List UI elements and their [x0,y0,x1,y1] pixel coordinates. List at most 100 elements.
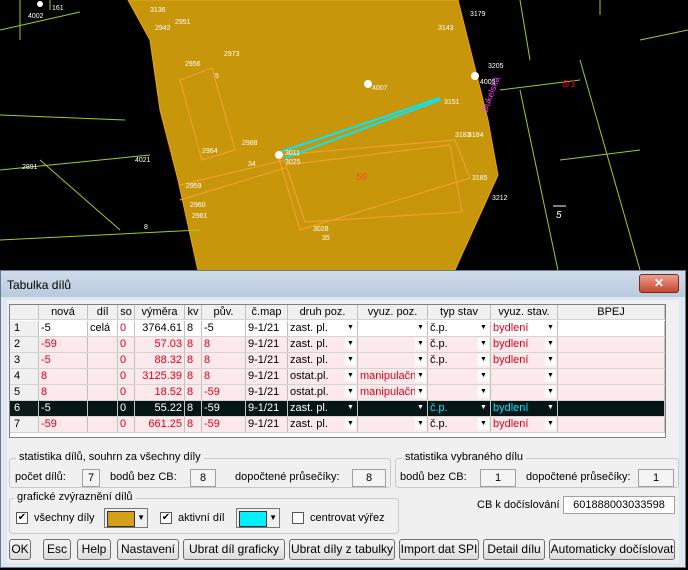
table-cell[interactable]: zast. pl. ▼ [288,417,358,432]
table-cell[interactable]: bydlení ▼ [491,401,558,416]
table-cell[interactable]: bydlení ▼ [491,417,558,432]
row-header[interactable]: 6 [10,401,39,416]
chevron-down-icon[interactable]: ▼ [345,402,356,414]
all-parts-checkbox[interactable]: ✔ [16,512,28,524]
column-header[interactable]: typ stav [428,305,491,319]
chevron-down-icon[interactable]: ▼ [478,418,489,430]
chevron-down-icon[interactable]: ▼ [545,338,556,350]
chevron-down-icon[interactable]: ▼ [345,354,356,366]
chevron-down-icon[interactable]: ▼ [415,354,426,366]
table-row[interactable]: 3 -5 0 88.32 8 8 9-1/21 zast. pl. ▼ ▼ č.p. ▼ bydlení… [10,353,665,369]
column-header[interactable] [10,305,39,319]
chevron-down-icon[interactable]: ▼ [545,370,556,382]
ok-button[interactable]: OK [9,539,31,560]
table-cell[interactable]: ostat.pl. ▼ [288,385,358,400]
chevron-down-icon[interactable]: ▼ [545,354,556,366]
chevron-down-icon[interactable]: ▼ [478,402,489,414]
chevron-down-icon[interactable]: ▼ [415,418,426,430]
close-button[interactable]: ✕ [639,274,679,293]
table-cell[interactable]: č.p. ▼ [428,401,491,416]
chevron-down-icon[interactable]: ▼ [345,322,356,334]
table-cell[interactable]: manipulačn ▼ [358,385,428,400]
chevron-down-icon[interactable]: ▼ [345,370,356,382]
table-cell[interactable]: ▼ [358,417,428,432]
table-row[interactable]: 6 -5 0 55.22 8 -59 9-1/21 zast. pl. ▼ ▼ č.p. ▼ bydle… [10,401,665,417]
chevron-down-icon[interactable]: ▼ [415,322,426,334]
column-header[interactable]: druh poz. [288,305,358,319]
esc-button[interactable]: Esc [43,539,71,560]
chevron-down-icon[interactable]: ▼ [415,386,426,398]
table-row[interactable]: 1 -5 celá 0 3764.61 8 -5 9-1/21 zast. pl. ▼ ▼ č.p. ▼… [10,321,665,337]
help-button[interactable]: Help [77,539,111,560]
part-detail-button[interactable]: Detail dílu [483,539,545,560]
chevron-down-icon[interactable]: ▼ [415,402,426,414]
chevron-down-icon[interactable]: ▼ [545,322,556,334]
column-header[interactable]: výměra [135,305,185,319]
table-cell[interactable]: zast. pl. ▼ [288,321,358,336]
row-header[interactable]: 2 [10,337,39,352]
table-cell[interactable]: ▼ [428,369,491,384]
chevron-down-icon[interactable]: ▼ [345,338,356,350]
row-header[interactable]: 3 [10,353,39,368]
table-cell[interactable]: ▼ [491,369,558,384]
column-header[interactable]: díl [88,305,118,319]
chevron-down-icon[interactable]: ▼ [478,386,489,398]
table-row[interactable]: 4 8 0 3125.39 8 8 9-1/21 ostat.pl. ▼ manipulačn ▼ ▼… [10,369,665,385]
table-row[interactable]: 7 -59 0 661.25 8 -59 9-1/21 zast. pl. ▼ ▼ č.p. ▼ byd… [10,417,665,433]
chevron-down-icon[interactable]: ▼ [478,322,489,334]
row-header[interactable]: 7 [10,417,39,432]
table-cell[interactable]: bydlení ▼ [491,353,558,368]
column-header[interactable]: č.map [246,305,288,319]
chevron-down-icon[interactable]: ▼ [545,386,556,398]
parts-table[interactable]: nová díl so výměra kv pův. č.map druh poz. vyuz.… [9,304,666,438]
center-view-checkbox[interactable] [292,512,304,524]
table-row[interactable]: 5 8 0 18.52 8 -59 9-1/21 ostat.pl. ▼ manipulačn ▼ ▼… [10,385,665,401]
active-part-checkbox[interactable]: ✔ [160,512,172,524]
table-cell[interactable]: zast. pl. ▼ [288,401,358,416]
chevron-down-icon[interactable]: ▼ [478,338,489,350]
column-header[interactable]: nová [39,305,88,319]
table-cell[interactable]: č.p. ▼ [428,337,491,352]
row-header[interactable]: 4 [10,369,39,384]
chevron-down-icon[interactable]: ▼ [478,354,489,366]
column-header[interactable]: vyuz. stav. [491,305,558,319]
map-canvas[interactable]: Dukelská 6/1 59 4002 161 3136 2942 2951 … [0,0,688,280]
table-cell[interactable]: č.p. ▼ [428,417,491,432]
table-cell[interactable]: ▼ [358,321,428,336]
column-header[interactable]: BPEJ [558,305,665,319]
table-row[interactable]: 2 -59 0 57.03 8 8 9-1/21 zast. pl. ▼ ▼ č.p. ▼ bydlen… [10,337,665,353]
column-header[interactable]: so [118,305,135,319]
row-header[interactable]: 1 [10,321,39,336]
table-cell[interactable]: ostat.pl. ▼ [288,369,358,384]
column-header[interactable]: pův. [202,305,246,319]
column-header[interactable]: kv [185,305,202,319]
all-parts-color-picker[interactable]: ▼ [104,508,148,528]
table-cell[interactable]: ▼ [358,337,428,352]
chevron-down-icon[interactable]: ▼ [415,338,426,350]
chevron-down-icon[interactable]: ▼ [478,370,489,382]
row-header[interactable]: 5 [10,385,39,400]
chevron-down-icon[interactable]: ▼ [415,370,426,382]
import-spi-button[interactable]: Import dat SPI [399,539,479,560]
cb-input[interactable]: 601888003033598 [563,496,675,514]
table-cell[interactable]: ▼ [428,385,491,400]
auto-number-button[interactable]: Automaticky dočíslovat [549,539,675,560]
table-cell[interactable]: č.p. ▼ [428,321,491,336]
remove-part-graphic-button[interactable]: Ubrat díl graficky [183,539,285,560]
settings-button[interactable]: Nastavení [117,539,179,560]
chevron-down-icon[interactable]: ▼ [345,418,356,430]
chevron-down-icon[interactable]: ▼ [545,402,556,414]
table-cell[interactable]: bydlení ▼ [491,321,558,336]
remove-parts-table-button[interactable]: Ubrat díly z tabulky [289,539,395,560]
table-cell[interactable]: ▼ [358,401,428,416]
table-cell[interactable]: manipulačn ▼ [358,369,428,384]
table-cell[interactable]: zast. pl. ▼ [288,337,358,352]
title-bar[interactable]: Tabulka dílů ✕ [1,271,685,297]
chevron-down-icon[interactable]: ▼ [345,386,356,398]
table-cell[interactable]: ▼ [358,353,428,368]
chevron-down-icon[interactable]: ▼ [545,418,556,430]
active-part-color-picker[interactable]: ▼ [236,508,280,528]
table-cell[interactable]: ▼ [491,385,558,400]
table-cell[interactable]: zast. pl. ▼ [288,353,358,368]
table-cell[interactable]: č.p. ▼ [428,353,491,368]
